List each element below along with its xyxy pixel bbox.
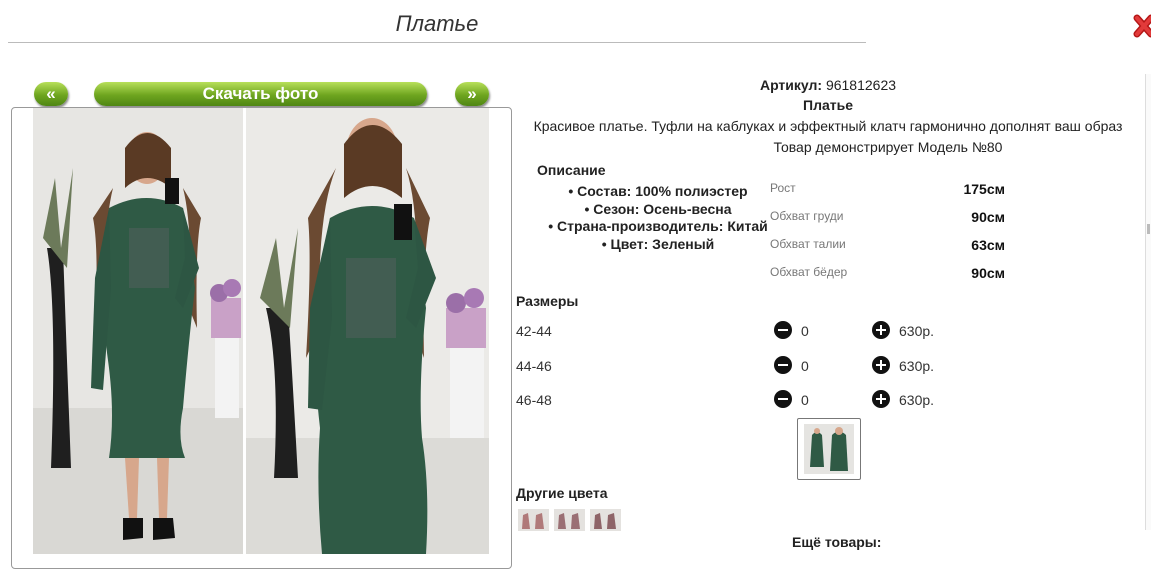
minus-circle-icon[interactable] bbox=[774, 321, 792, 339]
price-value: 630р. bbox=[899, 358, 935, 374]
download-photo-button[interactable]: Скачать фото bbox=[94, 82, 427, 106]
plus-circle-icon[interactable] bbox=[872, 390, 890, 408]
measurement-row: Рост 175см bbox=[770, 181, 1010, 201]
description-item: • Сезон: Осень-весна bbox=[584, 200, 732, 217]
measurement-row: Обхват талии 63см bbox=[770, 237, 1010, 257]
other-colors-heading: Другие цвета bbox=[516, 485, 608, 501]
price-value: 630р. bbox=[899, 323, 935, 339]
description-item: • Цвет: Зеленый bbox=[601, 235, 715, 252]
description-item: • Состав: 100% полиэстер bbox=[568, 183, 748, 199]
description-item: • Страна-производитель: Китай bbox=[548, 218, 768, 234]
other-color-thumbnail[interactable] bbox=[518, 509, 549, 531]
article-label: Артикул: bbox=[759, 77, 823, 93]
article-line: Артикул: 961812623 bbox=[520, 77, 1136, 93]
scrollbar-thumb[interactable] bbox=[1147, 224, 1150, 234]
product-tagline: Красивое платье. Туфли на каблуках и эфф… bbox=[533, 118, 1123, 134]
size-row: 46-48 0 630р. bbox=[516, 390, 976, 412]
quantity-value: 0 bbox=[801, 323, 809, 339]
measurement-row: Обхват бёдер 90см bbox=[770, 265, 1010, 285]
close-icon[interactable] bbox=[1131, 12, 1151, 46]
size-label: 42-44 bbox=[516, 323, 552, 339]
article-value: 961812623 bbox=[825, 77, 897, 93]
minus-circle-icon[interactable] bbox=[774, 356, 792, 374]
measurement-label: Обхват бёдер bbox=[770, 265, 848, 279]
plus-circle-icon[interactable] bbox=[872, 321, 890, 339]
page-title: Платье bbox=[8, 8, 866, 43]
minus-circle-icon[interactable] bbox=[774, 390, 792, 408]
product-photo-1 bbox=[33, 108, 243, 554]
product-name: Платье bbox=[803, 97, 853, 113]
measurement-value: 90см bbox=[971, 265, 1005, 281]
prev-photo-button[interactable]: « bbox=[34, 82, 68, 106]
measurement-value: 175см bbox=[963, 181, 1005, 197]
other-color-thumbnail[interactable] bbox=[554, 509, 585, 531]
plus-circle-icon[interactable] bbox=[872, 356, 890, 374]
measurement-value: 63см bbox=[971, 237, 1005, 253]
size-row: 42-44 0 630р. bbox=[516, 321, 976, 343]
description-heading: Описание bbox=[537, 162, 606, 178]
measurement-label: Обхват талии bbox=[770, 237, 846, 251]
sizes-heading: Размеры bbox=[516, 293, 579, 309]
quantity-value: 0 bbox=[801, 392, 809, 408]
model-note: Товар демонстрирует Модель №80 bbox=[773, 139, 1003, 155]
product-thumbnail[interactable] bbox=[797, 418, 861, 480]
price-value: 630р. bbox=[899, 392, 935, 408]
size-label: 44-46 bbox=[516, 358, 552, 374]
product-photo-2 bbox=[246, 108, 489, 554]
measurement-value: 90см bbox=[971, 209, 1005, 225]
measurement-row: Обхват груди 90см bbox=[770, 209, 1010, 229]
description-list: • Состав: 100% полиэстер • Сезон: Осень-… bbox=[543, 183, 773, 253]
other-color-thumbnail[interactable] bbox=[590, 509, 621, 531]
size-label: 46-48 bbox=[516, 392, 552, 408]
more-products-heading: Ещё товары: bbox=[792, 534, 882, 550]
size-row: 44-46 0 630р. bbox=[516, 356, 976, 378]
measurement-label: Рост bbox=[770, 181, 796, 195]
next-photo-button[interactable]: » bbox=[455, 82, 489, 106]
quantity-value: 0 bbox=[801, 358, 809, 374]
measurement-label: Обхват груди bbox=[770, 209, 844, 223]
